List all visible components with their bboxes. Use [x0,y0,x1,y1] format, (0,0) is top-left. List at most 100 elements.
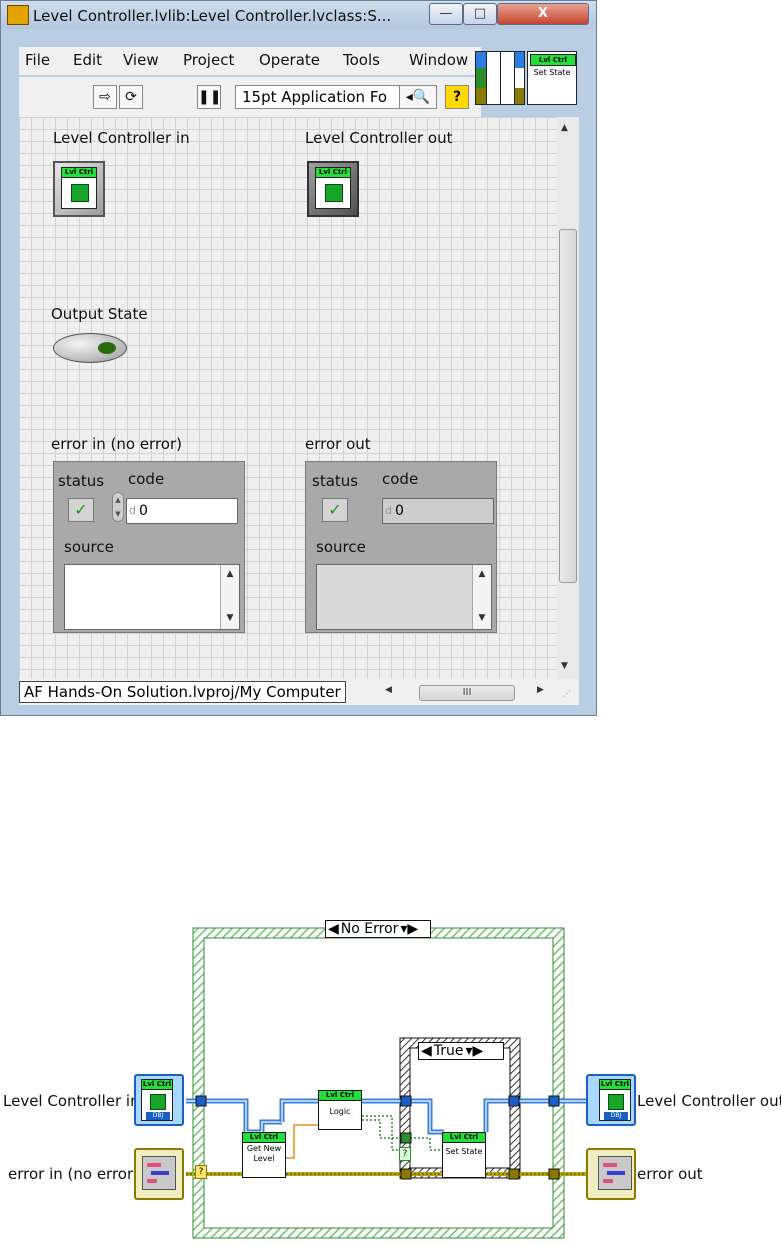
run-arrow-icon[interactable]: ⇨ [93,85,117,109]
scroll-right-icon[interactable]: ▶ [537,685,544,695]
menu-file[interactable]: File [25,51,50,69]
code-radix: d [385,504,392,517]
menu-edit[interactable]: Edit [73,51,102,69]
lvl-ctrl-header: Lvl Ctrl [62,168,96,178]
terminal-type-tag: DBJ [146,1112,170,1120]
connector-terminal-state [476,68,486,88]
menu-window[interactable]: Window [409,51,468,69]
code-input[interactable]: d0 [126,498,238,524]
node-header: Lvl Ctrl [443,1133,485,1143]
cube-icon [71,184,89,202]
menu-tools[interactable]: Tools [343,51,380,69]
search-icon[interactable]: ◂🔍 [399,85,437,109]
lvl-ctrl-header: Lvl Ctrl [142,1080,172,1090]
connector-terminal-class-in [476,52,486,68]
code-value: 0 [139,503,148,519]
level-controller-in-label: Level Controller in [53,129,190,147]
code-increment-arrows[interactable]: ▲ ▼ [112,492,124,522]
source-scrollbar[interactable]: ▲ ▼ [472,565,491,629]
run-continuously-icon[interactable]: ⟳ [119,85,143,109]
source-label: source [316,538,366,556]
level-controller-in-control[interactable]: Lvl Ctrl [53,161,105,217]
scroll-down-icon[interactable]: ▼ [561,661,568,671]
labview-vi-icon [7,5,29,25]
toolbar: ⇨ ⟳ ❚❚ 15pt Application Fo ◂🔍 ? [19,77,481,117]
horizontal-scroll-thumb[interactable]: III [419,685,515,701]
output-state-led [53,333,127,363]
source-scrollbar[interactable]: ▲ ▼ [220,565,239,629]
status-checkbox[interactable]: ✓ [68,498,94,522]
vi-icon[interactable]: Lvl Ctrl Set State [527,51,577,105]
tunnel-class-out-inner[interactable] [508,1095,520,1107]
level-controller-out-label: Level Controller out [305,129,453,147]
vi-icon-text: Set State [533,68,571,77]
menu-operate[interactable]: Operate [259,51,320,69]
maximize-button[interactable]: □ [463,3,497,25]
inner-case-selector-terminal[interactable]: ? [399,1147,411,1161]
menu-view[interactable]: View [123,51,159,69]
source-indicator: ▲ ▼ [316,564,492,630]
status-label: status [312,472,359,490]
font-selector[interactable]: 15pt Application Fo [235,85,415,109]
lvl-ctrl-class-icon: Lvl Ctrl DBJ [141,1079,173,1121]
source-text-area[interactable]: ▲ ▼ [64,564,240,630]
code-label: code [128,470,165,488]
code-value: 0 [395,503,404,519]
case-selector-terminal[interactable]: ? [195,1165,207,1179]
bd-error-out-label: error out [637,1165,703,1183]
cube-icon [608,1094,624,1110]
get-new-level-node[interactable]: Lvl Ctrl Get New Level [242,1132,286,1178]
bd-level-controller-out-terminal[interactable]: Lvl Ctrl DBJ [586,1074,636,1126]
level-controller-out-indicator: Lvl Ctrl [307,161,359,217]
cube-icon [150,1094,166,1110]
tunnel-error-in-inner[interactable] [400,1168,412,1180]
connector-pane[interactable] [475,51,525,105]
status-indicator: ✓ [322,498,348,522]
menu-project[interactable]: Project [183,51,234,69]
node-label: Get New Level [246,1144,282,1163]
error-in-cluster: status code ✓ ▲ ▼ d0 source ▲ ▼ [53,461,245,633]
menu-bar: File Edit View Project Operate Tools Win… [19,47,481,75]
lvl-ctrl-header: Lvl Ctrl [316,168,350,178]
bd-level-controller-in-terminal[interactable]: Lvl Ctrl DBJ [134,1074,184,1126]
bd-error-in-terminal[interactable] [134,1148,184,1200]
connector-terminal-error-in [476,88,486,104]
scroll-up-icon[interactable]: ▲ [561,123,568,133]
outer-case-label: No Error [340,921,399,937]
tunnel-class-in-inner[interactable] [400,1095,412,1107]
error-cluster-icon [598,1156,632,1190]
node-label: Set State [445,1147,483,1156]
vertical-scroll-thumb[interactable] [559,229,577,583]
led-lamp [98,342,116,354]
scroll-left-icon[interactable]: ◀ [385,685,392,695]
block-diagram: ◀ No Error ▾▶ ◀ True ▾▶ ? ? Level Controller… [0,820,781,1246]
tunnel-class-out-outer[interactable] [548,1095,560,1107]
tunnel-class-in-outer[interactable] [195,1095,207,1107]
logic-node[interactable]: Lvl Ctrl Logic [318,1090,362,1130]
title-bar[interactable]: Level Controller.lvlib:Level Controller.… [1,1,596,29]
front-panel-window: Level Controller.lvlib:Level Controller.… [0,0,597,716]
minimize-button[interactable]: — [429,3,463,25]
set-state-node[interactable]: Lvl Ctrl Set State [442,1132,486,1178]
close-button[interactable]: X [497,3,589,25]
code-label: code [382,470,419,488]
front-panel: Level Controller in Lvl Ctrl Level Contr… [19,117,557,679]
tunnel-boolean[interactable] [400,1132,412,1144]
tunnel-error-out-outer[interactable] [548,1168,560,1180]
bd-error-out-terminal[interactable] [586,1148,636,1200]
bd-level-controller-in-label: Level Controller in [3,1092,140,1110]
inner-case-label: True [433,1043,464,1059]
connector-terminal-error-out [514,88,524,104]
project-context: AF Hands-On Solution.lvproj/My Computer [19,681,346,703]
tunnel-error-out-inner[interactable] [508,1168,520,1180]
cube-icon [325,184,343,202]
help-icon[interactable]: ? [445,85,469,109]
status-row: AF Hands-On Solution.lvproj/My Computer … [19,679,579,705]
inner-case-selector[interactable]: ◀ True ▾▶ [418,1042,504,1060]
resize-grip-icon[interactable]: ⋰ [563,689,571,698]
source-label: source [64,538,114,556]
code-radix: d [129,504,136,517]
window-title: Level Controller.lvlib:Level Controller.… [33,7,392,25]
outer-case-selector[interactable]: ◀ No Error ▾▶ [325,920,431,938]
pause-icon[interactable]: ❚❚ [197,85,221,109]
